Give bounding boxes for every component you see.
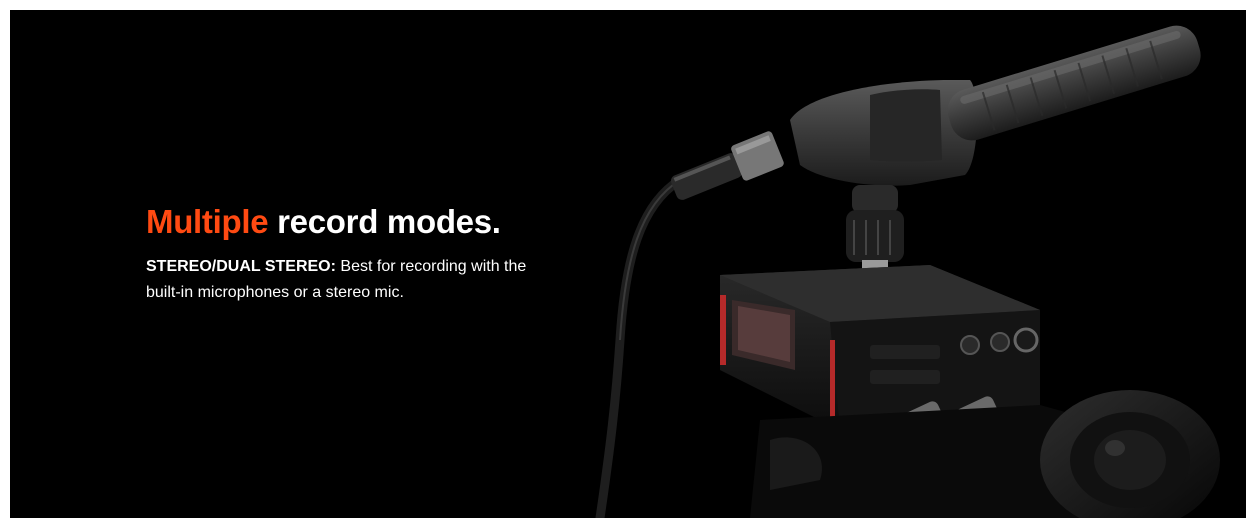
feature-banner: Multiple record modes. STEREO/DUAL STERE… [10,10,1246,518]
description-label: STEREO/DUAL STEREO: [146,258,336,275]
feature-headline: Multiple record modes. [146,200,566,244]
feature-text-block: Multiple record modes. STEREO/DUAL STERE… [146,200,566,306]
headline-rest: record modes. [277,203,501,240]
headline-accent-word: Multiple [146,203,269,240]
product-image [595,25,1220,518]
page-frame: Multiple record modes. STEREO/DUAL STERE… [0,0,1250,520]
feature-description: STEREO/DUAL STEREO: Best for recording w… [146,254,546,306]
